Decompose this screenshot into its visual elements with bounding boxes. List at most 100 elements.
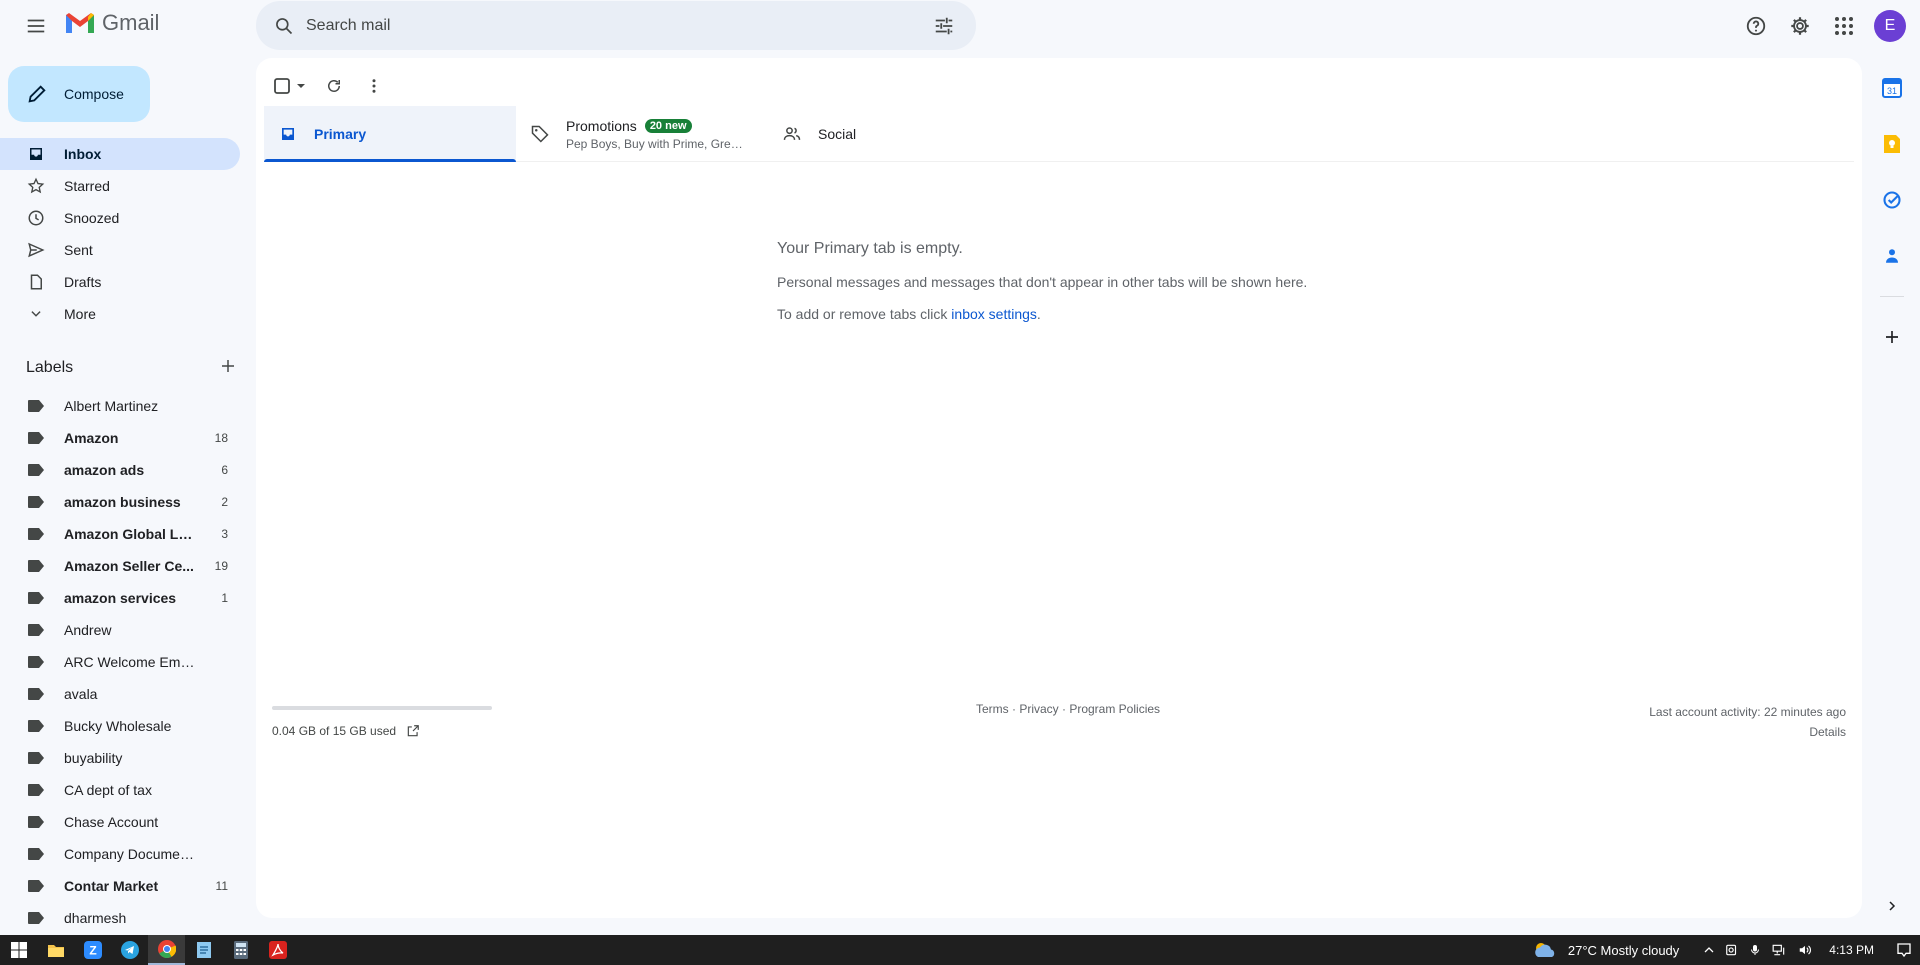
taskbar-file-explorer[interactable] (37, 935, 74, 965)
label-name: buyability (64, 750, 123, 766)
storage-usage: 0.04 GB of 15 GB used (272, 724, 420, 738)
refresh-button[interactable] (314, 66, 354, 106)
label-item[interactable]: Bucky Wholesale (0, 710, 240, 742)
inbox-tabs: Primary Promotions 20 new Pep Boys, Buy … (264, 106, 1854, 162)
settings-button[interactable] (1780, 6, 1820, 46)
volume-icon[interactable] (1797, 943, 1813, 957)
taskbar-telegram[interactable] (111, 935, 148, 965)
label-item[interactable]: Company Documents (0, 838, 240, 870)
sidebar-item-inbox[interactable]: Inbox (0, 138, 240, 170)
google-apps-button[interactable] (1824, 6, 1864, 46)
label-item[interactable]: Andrew (0, 614, 240, 646)
taskbar-acrobat[interactable] (259, 935, 296, 965)
show-side-panel-button[interactable] (1876, 890, 1908, 922)
contacts-app-button[interactable] (1870, 234, 1914, 278)
calendar-app-button[interactable]: 31 (1870, 66, 1914, 110)
search-button[interactable] (262, 4, 306, 48)
label-name: Chase Account (64, 814, 159, 830)
mail-toolbar (266, 66, 394, 106)
label-count: 18 (214, 431, 228, 445)
main-menu-button[interactable] (16, 6, 56, 46)
sidebar-item-drafts[interactable]: Drafts (0, 266, 240, 298)
taskbar-calculator[interactable] (222, 935, 259, 965)
start-button[interactable] (0, 935, 37, 965)
label-item[interactable]: dharmesh (0, 902, 240, 934)
label-item[interactable]: amazon services 1 (0, 582, 240, 614)
empty-hint: To add or remove tabs click inbox settin… (777, 306, 1307, 322)
sidebar-item-starred[interactable]: Starred (0, 170, 240, 202)
details-link[interactable]: Details (1649, 722, 1846, 742)
search-icon (276, 17, 293, 34)
create-label-button[interactable] (220, 358, 236, 379)
account-avatar[interactable]: E (1874, 10, 1906, 42)
search-input[interactable] (306, 16, 922, 35)
label-item[interactable]: CA dept of tax (0, 774, 240, 806)
taskbar-zoom[interactable]: Z (74, 935, 111, 965)
label-tag-icon (26, 844, 46, 864)
support-button[interactable] (1736, 6, 1776, 46)
sidebar-item-more[interactable]: More (0, 298, 240, 330)
label-item[interactable]: Albert Martinez (0, 390, 240, 422)
inbox-settings-link[interactable]: inbox settings (951, 306, 1037, 322)
label-item[interactable]: amazon ads 6 (0, 454, 240, 486)
label-item[interactable]: Amazon Seller Ce... 19 (0, 550, 240, 582)
clock-text[interactable]: 4:13 PM (1829, 943, 1874, 957)
microphone-icon[interactable] (1749, 943, 1761, 957)
footer-links[interactable]: Terms · Privacy · Program Policies (976, 702, 1160, 716)
label-name: avala (64, 686, 98, 702)
chevron-down-icon (26, 304, 46, 324)
labels-title: Labels (26, 359, 74, 376)
tab-primary[interactable]: Primary (264, 106, 516, 162)
label-item[interactable]: Contar Market 11 (0, 870, 240, 902)
taskbar-chrome[interactable] (148, 935, 185, 965)
taskbar-notepad[interactable] (185, 935, 222, 965)
label-tag-icon (26, 812, 46, 832)
label-name: Andrew (64, 622, 112, 638)
label-item[interactable]: buyability (0, 742, 240, 774)
label-tag-icon (26, 780, 46, 800)
sidebar-item-label: Sent (64, 242, 93, 258)
sidebar-item-snoozed[interactable]: Snoozed (0, 202, 240, 234)
get-addons-button[interactable] (1870, 315, 1914, 359)
compose-button[interactable]: Compose (8, 66, 150, 122)
label-tag-icon (26, 620, 46, 640)
acrobat-icon (268, 941, 287, 959)
label-tag-icon (26, 460, 46, 480)
label-item[interactable]: amazon business 2 (0, 486, 240, 518)
weather-text[interactable]: 27°C Mostly cloudy (1568, 943, 1679, 958)
tab-social[interactable]: Social (768, 106, 1020, 162)
windows-icon (10, 942, 27, 958)
cloudy-weather-icon[interactable] (1532, 941, 1558, 959)
open-in-new-icon[interactable] (406, 724, 420, 738)
label-name: Company Documents (64, 846, 198, 862)
more-options-button[interactable] (354, 66, 394, 106)
camera-icon[interactable] (1725, 943, 1739, 957)
label-name: Bucky Wholesale (64, 718, 172, 734)
search-options-button[interactable] (922, 4, 966, 48)
label-item[interactable]: avala (0, 678, 240, 710)
label-item[interactable]: Chase Account (0, 806, 240, 838)
label-item[interactable]: Amazon Global Lo... 3 (0, 518, 240, 550)
inbox-icon (276, 122, 300, 146)
label-item[interactable]: Amazon 18 (0, 422, 240, 454)
notification-icon[interactable] (1896, 942, 1912, 958)
label-tag-icon (26, 396, 46, 416)
tab-promotions[interactable]: Promotions 20 new Pep Boys, Buy with Pri… (516, 106, 768, 162)
tasks-app-button[interactable] (1870, 178, 1914, 222)
select-checkbox-button[interactable] (266, 66, 314, 106)
active-tab-indicator (264, 159, 516, 162)
network-icon[interactable] (1771, 943, 1787, 957)
chevron-up-icon[interactable] (1703, 944, 1715, 956)
keep-app-button[interactable] (1870, 122, 1914, 166)
label-item[interactable]: ARC Welcome Emails (0, 646, 240, 678)
contacts-icon (1886, 249, 1898, 263)
pencil-icon (28, 85, 46, 103)
label-tag-icon (26, 588, 46, 608)
people-icon (780, 122, 804, 146)
search-bar[interactable] (256, 1, 976, 50)
send-icon (26, 240, 46, 260)
gmail-m-icon (66, 13, 94, 33)
sidebar-item-sent[interactable]: Sent (0, 234, 240, 266)
gmail-logo[interactable]: Gmail (64, 10, 159, 36)
label-name: Contar Market (64, 878, 159, 894)
